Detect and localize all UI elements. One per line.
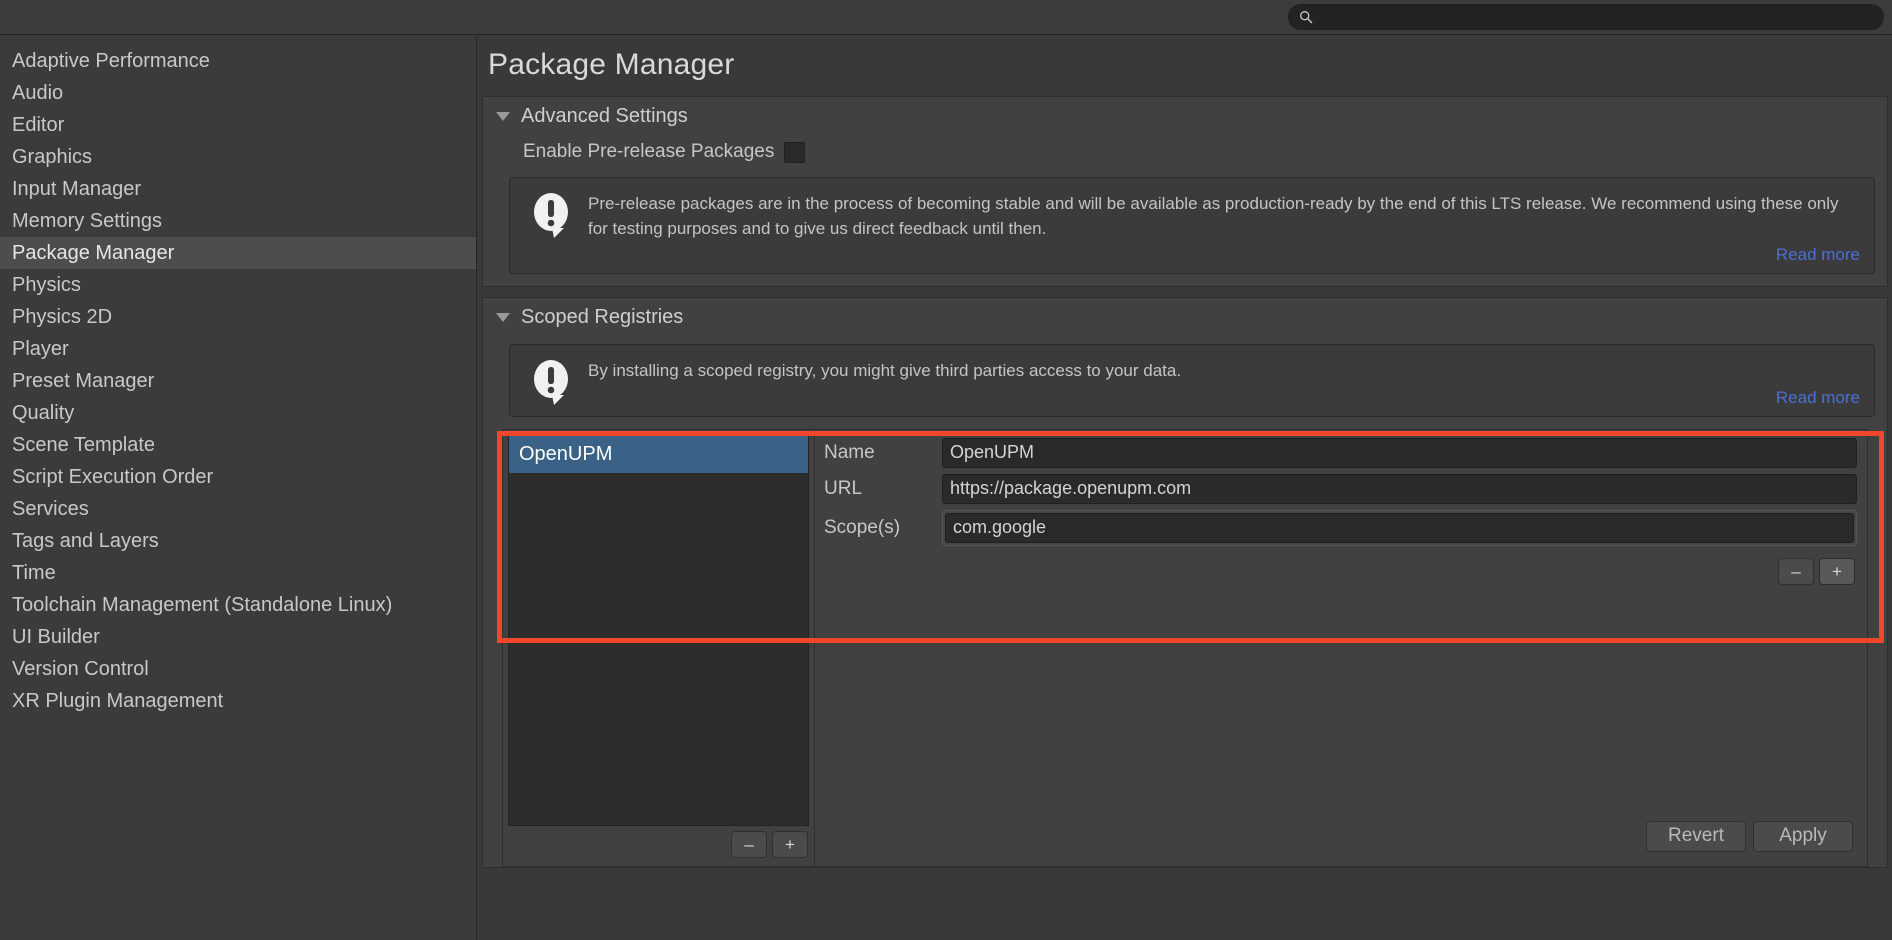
registry-editor: OpenUPM – + Name xyxy=(502,429,1868,867)
revert-button[interactable]: Revert xyxy=(1646,821,1746,852)
registry-url-label: URL xyxy=(815,478,942,500)
add-registry-button[interactable]: + xyxy=(772,831,808,858)
registry-action-buttons: Revert Apply xyxy=(815,821,1857,858)
advanced-settings-title: Advanced Settings xyxy=(521,105,688,128)
scoped-registries-read-more-link[interactable]: Read more xyxy=(588,388,1860,408)
sidebar-item-tags-and-layers[interactable]: Tags and Layers xyxy=(0,525,476,557)
enable-prerelease-label: Enable Pre-release Packages xyxy=(523,141,774,163)
top-bar xyxy=(0,0,1892,35)
chevron-down-icon[interactable] xyxy=(496,112,510,121)
scoped-registries-info-text: By installing a scoped registry, you mig… xyxy=(588,359,1860,384)
sidebar-item-physics-2d[interactable]: Physics 2D xyxy=(0,301,476,333)
sidebar-item-physics[interactable]: Physics xyxy=(0,269,476,301)
advanced-settings-header[interactable]: Advanced Settings xyxy=(483,97,1887,135)
prerelease-info-text: Pre-release packages are in the process … xyxy=(588,192,1860,241)
registry-list-buttons: – + xyxy=(503,831,814,866)
sidebar-item-quality[interactable]: Quality xyxy=(0,397,476,429)
sidebar-item-player[interactable]: Player xyxy=(0,333,476,365)
enable-prerelease-row: Enable Pre-release Packages xyxy=(483,135,1887,169)
registry-list-item-openupm[interactable]: OpenUPM xyxy=(509,436,808,473)
sidebar-item-script-execution-order[interactable]: Script Execution Order xyxy=(0,461,476,493)
sidebar-item-services[interactable]: Services xyxy=(0,493,476,525)
prerelease-info-box: Pre-release packages are in the process … xyxy=(509,177,1875,274)
sidebar-item-adaptive-performance[interactable]: Adaptive Performance xyxy=(0,45,476,77)
search-input[interactable] xyxy=(1319,10,1873,25)
sidebar-item-editor[interactable]: Editor xyxy=(0,109,476,141)
search-icon xyxy=(1299,10,1313,24)
remove-scope-button[interactable]: – xyxy=(1778,558,1814,585)
enable-prerelease-checkbox[interactable] xyxy=(784,142,805,163)
sidebar-item-time[interactable]: Time xyxy=(0,557,476,589)
unity-project-settings-window: Adaptive Performance Audio Editor Graphi… xyxy=(0,0,1892,940)
info-exclamation-icon xyxy=(530,359,574,405)
registry-scopes-row: Scope(s) xyxy=(815,510,1857,546)
registry-name-input[interactable] xyxy=(942,438,1857,468)
registry-editor-region: OpenUPM – + Name xyxy=(487,429,1883,867)
chevron-down-icon[interactable] xyxy=(496,313,510,322)
registry-name-label: Name xyxy=(815,442,942,464)
scope-list-buttons: – + xyxy=(815,552,1857,585)
page-title: Package Manager xyxy=(478,36,1892,96)
registry-list-column: OpenUPM – + xyxy=(503,430,815,866)
scoped-registries-header[interactable]: Scoped Registries xyxy=(483,298,1887,336)
scoped-registries-title: Scoped Registries xyxy=(521,306,683,329)
sidebar-item-preset-manager[interactable]: Preset Manager xyxy=(0,365,476,397)
sidebar-item-memory-settings[interactable]: Memory Settings xyxy=(0,205,476,237)
registry-url-input[interactable] xyxy=(942,474,1857,504)
scoped-registries-panel: Scoped Registries By installing a scoped… xyxy=(482,297,1888,868)
sidebar-item-ui-builder[interactable]: UI Builder xyxy=(0,621,476,653)
add-scope-button[interactable]: + xyxy=(1819,558,1855,585)
advanced-settings-panel: Advanced Settings Enable Pre-release Pac… xyxy=(482,96,1888,287)
sidebar-item-graphics[interactable]: Graphics xyxy=(0,141,476,173)
form-spacer xyxy=(815,585,1857,821)
sidebar-item-package-manager[interactable]: Package Manager xyxy=(0,237,476,269)
registry-scope-input[interactable] xyxy=(945,513,1854,543)
registry-list[interactable]: OpenUPM xyxy=(508,435,809,826)
settings-category-sidebar[interactable]: Adaptive Performance Audio Editor Graphi… xyxy=(0,36,477,940)
registry-scopes-list[interactable] xyxy=(942,510,1857,546)
remove-registry-button[interactable]: – xyxy=(731,831,767,858)
sidebar-item-input-manager[interactable]: Input Manager xyxy=(0,173,476,205)
registry-detail-form: Name URL Scope(s) xyxy=(815,430,1867,866)
search-box[interactable] xyxy=(1288,4,1884,30)
sidebar-item-toolchain-management[interactable]: Toolchain Management (Standalone Linux) xyxy=(0,589,476,621)
apply-button[interactable]: Apply xyxy=(1753,821,1853,852)
sidebar-item-xr-plugin-management[interactable]: XR Plugin Management xyxy=(0,685,476,717)
registry-url-row: URL xyxy=(815,474,1857,504)
settings-content-pane: Package Manager Advanced Settings Enable… xyxy=(478,36,1892,940)
registry-name-row: Name xyxy=(815,438,1857,468)
scoped-registries-info-box: By installing a scoped registry, you mig… xyxy=(509,344,1875,417)
sidebar-item-audio[interactable]: Audio xyxy=(0,77,476,109)
prerelease-read-more-link[interactable]: Read more xyxy=(588,245,1860,265)
sidebar-item-scene-template[interactable]: Scene Template xyxy=(0,429,476,461)
sidebar-item-version-control[interactable]: Version Control xyxy=(0,653,476,685)
registry-scopes-label: Scope(s) xyxy=(815,517,942,539)
info-exclamation-icon xyxy=(530,192,574,238)
